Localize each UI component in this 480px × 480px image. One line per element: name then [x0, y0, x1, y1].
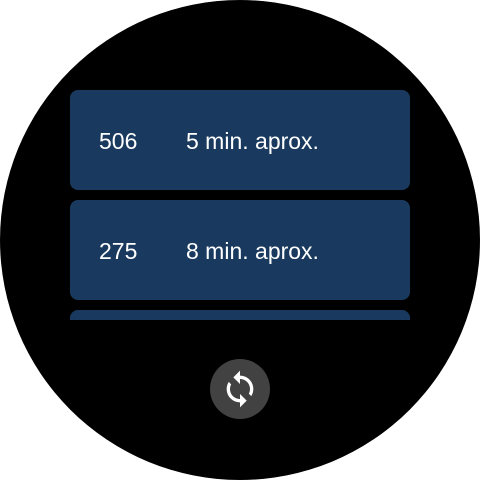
arrival-card[interactable]: 275 8 min. aprox. — [70, 200, 410, 300]
arrival-row: 275 8 min. aprox. — [99, 238, 319, 265]
arrival-card[interactable]: 506 5 min. aprox. — [70, 90, 410, 190]
arrival-card[interactable] — [70, 310, 410, 320]
arrival-time: 5 min. aprox. — [186, 128, 319, 154]
refresh-icon — [226, 370, 254, 408]
arrival-row: 506 5 min. aprox. — [99, 128, 319, 155]
arrivals-list[interactable]: 506 5 min. aprox. 275 8 min. aprox. — [70, 90, 410, 320]
bus-line-number: 275 — [99, 238, 138, 264]
watch-screen: 506 5 min. aprox. 275 8 min. aprox. — [0, 0, 480, 480]
arrival-time: 8 min. aprox. — [186, 238, 319, 264]
bus-line-number: 506 — [99, 128, 138, 154]
refresh-button[interactable] — [210, 359, 270, 419]
